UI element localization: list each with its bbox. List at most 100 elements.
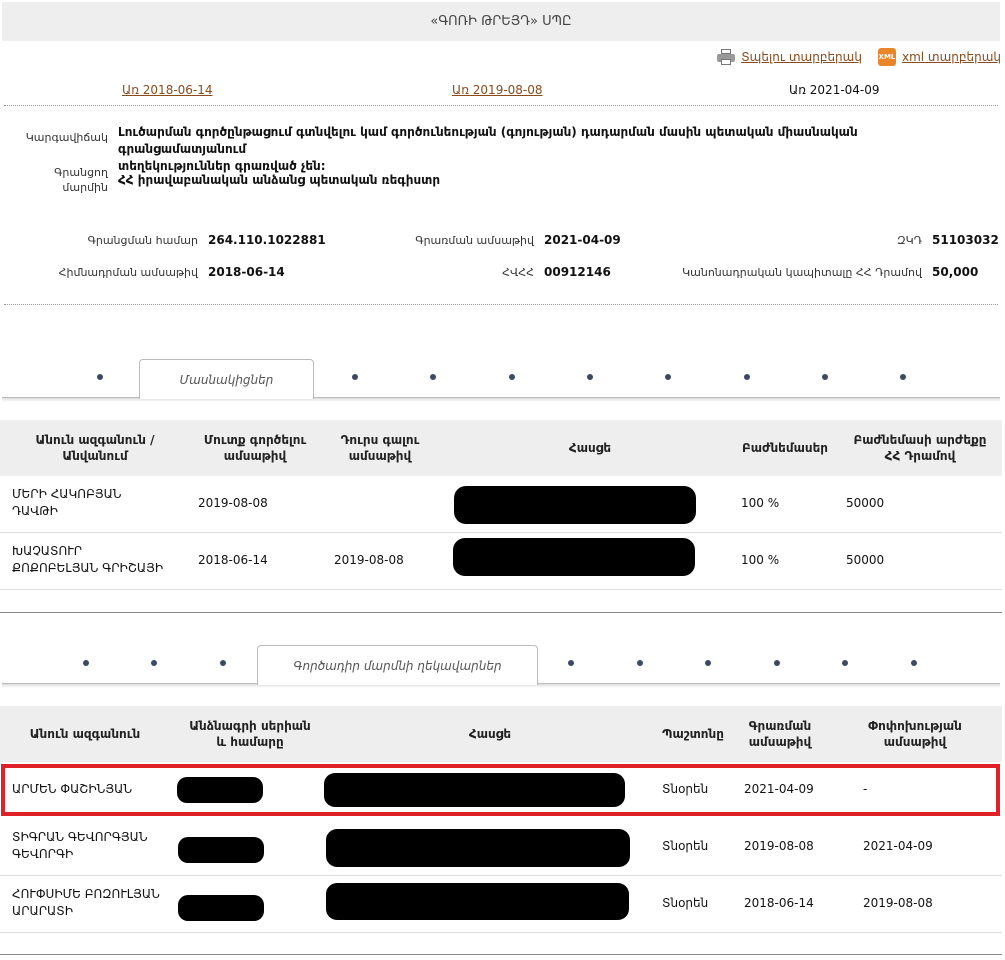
managers-tabbar: Գործադիր մարմնի ղեկավարներ xyxy=(2,644,1000,688)
tab-participants-label: Մասնակիցներ xyxy=(179,372,274,387)
col-manager-address: Հասցե xyxy=(468,727,512,741)
tab-managers[interactable]: Գործադիր մարմնի ղեկավարներ xyxy=(257,645,538,685)
manager-position: Տնօրեն xyxy=(662,839,709,853)
reg-number-label: Գրանցման համար xyxy=(87,234,198,247)
section-divider xyxy=(0,612,1002,613)
registrar-label-line1: Գրանցող xyxy=(54,166,108,179)
participants-tabbar: Մասնակիցներ xyxy=(2,358,1000,402)
col-exit-date: Դուրս գալու ամսաթիվ xyxy=(340,433,420,463)
tab-dot[interactable] xyxy=(900,374,906,380)
redacted-passport xyxy=(178,837,264,863)
tab-dot[interactable] xyxy=(97,374,103,380)
col-shares: Բաժնեմասեր xyxy=(742,441,828,455)
registrar-label: Գրանցող մարմին xyxy=(10,165,108,195)
manager-name: ՏԻԳՐԱՆ ԳԵՎՈՐԳՅԱՆ ԳԵՎՈՐԳԻ xyxy=(12,830,148,861)
tab-dot[interactable] xyxy=(911,660,917,666)
tab-dot[interactable] xyxy=(220,660,226,666)
participant-exit-date: 2019-08-08 xyxy=(334,553,404,567)
tab-dot[interactable] xyxy=(587,374,593,380)
redacted-address xyxy=(326,883,629,920)
managers-table-header: Անուն ազգանուն Անձնագրի սերիան և համարը Հ… xyxy=(0,706,1002,762)
col-record-date: Գրառման ամսաթիվ xyxy=(748,719,812,749)
print-version-label[interactable]: Տպելու տարբերակ xyxy=(741,50,862,64)
table-row: ՀՈՒՓՍԻՄԵ ԲՈԶՈՒԼՅԱՆ ԱՐԱՐԱՏԻ Տնօրեն 2018-06… xyxy=(0,876,1002,932)
company-title-bar: «ԳՈՌԻ ԹՐԵՅԴ» ՍՊԸ xyxy=(2,2,1000,41)
xml-version-label[interactable]: xml տարբերակ xyxy=(902,50,1001,64)
reg-date-label: Գրառման ամսաթիվ xyxy=(415,234,534,247)
xml-file-icon: XML xyxy=(877,48,896,66)
manager-name: ՀՈՒՓՍԻՄԵ ԲՈԶՈՒԼՅԱՆ ԱՐԱՐԱՏԻ xyxy=(12,887,160,918)
tab-dot[interactable] xyxy=(842,660,848,666)
tab-dot[interactable] xyxy=(665,374,671,380)
tab-dot[interactable] xyxy=(151,660,157,666)
col-entry-date: Մուտք գործելու ամսաթիվ xyxy=(203,433,307,463)
zkd-label: ԶԿԴ xyxy=(897,234,922,247)
manager-record-date: 2018-06-14 xyxy=(744,896,814,910)
col-manager-name: Անուն ազգանուն xyxy=(29,727,141,741)
divider xyxy=(4,304,998,305)
registrar-value: ՀՀ իրավաբանական անձանց պետական ռեգիստր xyxy=(118,173,441,187)
manager-record-date: 2019-08-08 xyxy=(744,839,814,853)
row-divider xyxy=(0,589,1002,590)
tab-dot[interactable] xyxy=(822,374,828,380)
foundation-date-label: Հիմնադրման ամսաթիվ xyxy=(58,266,198,279)
participant-share-value: 50000 xyxy=(846,553,885,567)
registrar-label-line2: մարմին xyxy=(62,181,108,194)
manager-change-date: 2019-08-08 xyxy=(863,896,933,910)
tab-managers-label: Գործադիր մարմնի ղեկավարներ xyxy=(293,658,502,673)
snapshot-date-nav: Առ 2018-06-14 Առ 2019-08-08 Առ 2021-04-0… xyxy=(0,83,1005,99)
participant-entry-date: 2019-08-08 xyxy=(198,496,268,510)
table-row: ՏԻԳՐԱՆ ԳԵՎՈՐԳՅԱՆ ԳԵՎՈՐԳԻ Տնօրեն 2019-08-0… xyxy=(0,819,1002,875)
tab-dot[interactable] xyxy=(352,374,358,380)
tab-dot[interactable] xyxy=(430,374,436,380)
redacted-address xyxy=(326,829,630,867)
status-label: Կարգավիճակ xyxy=(25,131,108,144)
redacted-passport xyxy=(178,895,264,921)
date-link-2019-08-08[interactable]: Առ 2019-08-08 xyxy=(452,83,543,97)
capital-value: 50,000 xyxy=(932,265,979,279)
reg-number-value: 264.110.1022881 xyxy=(208,233,326,247)
reg-date-value: 2021-04-09 xyxy=(544,233,621,247)
tab-dot[interactable] xyxy=(637,660,643,666)
date-link-2018-06-14[interactable]: Առ 2018-06-14 xyxy=(122,83,213,97)
col-change-date: Փոփոխության ամսաթիվ xyxy=(868,719,962,749)
tab-dot[interactable] xyxy=(83,660,89,666)
col-share-value: Բաժնեմասի արժեքը ՀՀ Դրամով xyxy=(853,433,987,463)
col-position: Պաշտոնը xyxy=(662,727,724,741)
tab-dot[interactable] xyxy=(568,660,574,666)
row-divider xyxy=(0,932,1002,933)
participant-share: 100 % xyxy=(741,496,780,510)
manager-position: Տնօրեն xyxy=(662,896,709,910)
date-current-2021-04-09: Առ 2021-04-09 xyxy=(789,83,880,97)
capital-label: Կանոնադրական կապիտալը ՀՀ Դրամով xyxy=(682,266,922,279)
tin-value: 00912146 xyxy=(544,265,611,279)
participant-share-value: 50000 xyxy=(846,496,885,510)
xml-version-link[interactable]: XML xml տարբերակ xyxy=(877,48,1001,66)
tab-participants[interactable]: Մասնակիցներ xyxy=(139,359,314,399)
participant-entry-date: 2018-06-14 xyxy=(198,553,268,567)
tab-dot[interactable] xyxy=(509,374,515,380)
divider xyxy=(4,105,998,106)
print-version-link[interactable]: Տպելու տարբերակ xyxy=(717,49,862,65)
redacted-address xyxy=(453,538,695,576)
status-value-line1: Լուծարման գործընթացում գտնվելու կամ գործ… xyxy=(118,125,858,156)
redacted-address xyxy=(454,486,696,524)
col-address: Հասցե xyxy=(568,441,612,455)
participant-share: 100 % xyxy=(741,553,780,567)
tab-dot[interactable] xyxy=(774,660,780,666)
company-title: «ԳՈՌԻ ԹՐԵՅԴ» ՍՊԸ xyxy=(430,14,572,29)
printer-icon xyxy=(717,49,736,65)
manager-change-date: 2021-04-09 xyxy=(863,839,933,853)
section-divider xyxy=(0,954,1002,955)
foundation-date-value: 2018-06-14 xyxy=(208,265,285,279)
tab-dot[interactable] xyxy=(705,660,711,666)
highlight-box xyxy=(1,764,1000,816)
tab-dot[interactable] xyxy=(744,374,750,380)
participant-name: ՄԵՐԻ ՀԱԿՈԲՅԱՆ ԴԱՎԹԻ xyxy=(12,487,122,518)
table-row: ՄԵՐԻ ՀԱԿՈԲՅԱՆ ԴԱՎԹԻ 2019-08-08 100 % 5000… xyxy=(0,476,1002,532)
tin-label: ՀՎՀՀ xyxy=(502,266,534,279)
col-name: Անուն ազգանուն / Անվանում xyxy=(35,433,155,463)
col-passport: Անձնագրի սերիան և համարը xyxy=(189,719,311,749)
table-row: ԽԱՉԱՏՈՒՐ ՔՈՔՈԲԵԼՅԱՆ ԳՐԻՇԱՅԻ 2018-06-14 20… xyxy=(0,533,1002,589)
status-value: Լուծարման գործընթացում գտնվելու կամ գործ… xyxy=(118,124,978,175)
